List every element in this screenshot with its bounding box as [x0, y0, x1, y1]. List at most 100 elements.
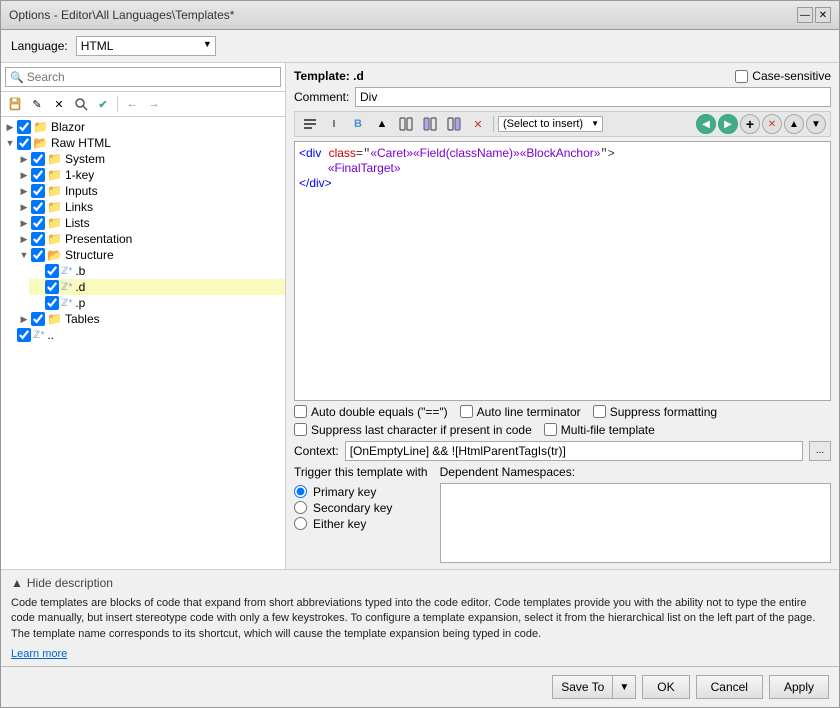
radio-primary-key[interactable]: Primary key — [294, 485, 428, 499]
et-btn-2[interactable]: I — [323, 114, 345, 134]
dep-ns-box[interactable] — [440, 483, 831, 563]
et-btn-1[interactable] — [299, 114, 321, 134]
tree-item-struct-p[interactable]: ℤ* .p — [29, 295, 285, 311]
check-tables[interactable] — [31, 312, 45, 326]
check-struct-b[interactable] — [45, 264, 59, 278]
check-1key[interactable] — [31, 168, 45, 182]
nav-down-btn[interactable]: ▼ — [806, 114, 826, 134]
tree-item-1key[interactable]: ▶ 📁 1-key — [15, 167, 285, 183]
nav-add-btn[interactable]: + — [740, 114, 760, 134]
check-structure[interactable] — [31, 248, 45, 262]
dependent-namespaces: Dependent Namespaces: — [440, 465, 831, 563]
code-editor[interactable]: <div class="«Caret»«Field(className)»«Bl… — [294, 141, 831, 401]
tree-item-raw-html[interactable]: ▼ 📂 Raw HTML — [1, 135, 285, 151]
tree-item-lists[interactable]: ▶ 📁 Lists — [15, 215, 285, 231]
folder-icon-links: 📁 — [47, 200, 62, 214]
check-root[interactable] — [17, 328, 31, 342]
toggle-1key[interactable]: ▶ — [17, 170, 31, 181]
et-btn-delete[interactable]: ✕ — [467, 114, 489, 134]
et-btn-5[interactable] — [395, 114, 417, 134]
file-icon-struct-p: ℤ* — [61, 298, 72, 309]
learn-more-link[interactable]: Learn more — [11, 648, 67, 660]
check-auto-double-equals[interactable] — [294, 405, 307, 418]
et-btn-4[interactable]: ▲ — [371, 114, 393, 134]
ok-button[interactable]: OK — [642, 675, 689, 699]
check-struct-d[interactable] — [45, 280, 59, 294]
opt-suppress-formatting[interactable]: Suppress formatting — [593, 405, 717, 419]
toggle-presentation[interactable]: ▶ — [17, 234, 31, 245]
toggle-structure[interactable]: ▼ — [17, 250, 31, 260]
check-suppress-last-char[interactable] — [294, 423, 307, 436]
nav-up-btn[interactable]: ▲ — [784, 114, 804, 134]
radio-input-either[interactable] — [294, 517, 307, 530]
check-presentation[interactable] — [31, 232, 45, 246]
check-struct-p[interactable] — [45, 296, 59, 310]
tree-item-links[interactable]: ▶ 📁 Links — [15, 199, 285, 215]
trigger-area: Trigger this template with Primary key S… — [294, 465, 831, 563]
tree-item-structure[interactable]: ▼ 📂 Structure — [15, 247, 285, 263]
tree-item-inputs[interactable]: ▶ 📁 Inputs — [15, 183, 285, 199]
opt-auto-double-equals[interactable]: Auto double equals ("==") — [294, 405, 448, 419]
check-blazor[interactable] — [17, 120, 31, 134]
tb-save-btn[interactable] — [5, 94, 25, 114]
radio-either-key[interactable]: Either key — [294, 517, 428, 531]
tb-find-btn[interactable] — [71, 94, 91, 114]
toggle-raw-html[interactable]: ▼ — [3, 138, 17, 148]
tb-edit-btn[interactable]: ✎ — [27, 94, 47, 114]
tb-arrow-right-btn[interactable]: → — [144, 94, 164, 114]
toggle-lists[interactable]: ▶ — [17, 218, 31, 229]
check-multi-file-template[interactable] — [544, 423, 557, 436]
et-btn-6[interactable] — [419, 114, 441, 134]
case-sensitive-check[interactable] — [735, 70, 748, 83]
toggle-system[interactable]: ▶ — [17, 154, 31, 165]
nav-next-btn[interactable]: ▶ — [718, 114, 738, 134]
radio-input-primary[interactable] — [294, 485, 307, 498]
hide-description-btn[interactable]: ▲ Hide description — [11, 576, 829, 590]
tree-item-root[interactable]: ℤ* .. — [1, 327, 285, 343]
save-to-button[interactable]: Save To — [552, 675, 612, 699]
save-to-dropdown[interactable]: ▼ — [612, 675, 636, 699]
tree-item-system[interactable]: ▶ 📁 System — [15, 151, 285, 167]
language-select[interactable]: HTML CSS JavaScript — [76, 36, 216, 56]
toggle-tables[interactable]: ▶ — [17, 314, 31, 325]
comment-input[interactable] — [355, 87, 831, 107]
tb-delete-btn[interactable]: ✕ — [49, 94, 69, 114]
tree-item-tables[interactable]: ▶ 📁 Tables — [15, 311, 285, 327]
check-raw-html[interactable] — [17, 136, 31, 150]
check-inputs[interactable] — [31, 184, 45, 198]
check-links[interactable] — [31, 200, 45, 214]
check-suppress-formatting[interactable] — [593, 405, 606, 418]
close-button[interactable]: ✕ — [815, 7, 831, 23]
apply-button[interactable]: Apply — [769, 675, 829, 699]
radio-secondary-key[interactable]: Secondary key — [294, 501, 428, 515]
nav-prev-btn[interactable]: ◀ — [696, 114, 716, 134]
radio-input-secondary[interactable] — [294, 501, 307, 514]
check-system[interactable] — [31, 152, 45, 166]
context-browse-btn[interactable]: ... — [809, 441, 831, 461]
et-btn-3[interactable]: B — [347, 114, 369, 134]
check-auto-line-terminator[interactable] — [460, 405, 473, 418]
label-inputs: Inputs — [65, 184, 98, 198]
cancel-button[interactable]: Cancel — [696, 675, 763, 699]
check-lists[interactable] — [31, 216, 45, 230]
opt-multi-file-template[interactable]: Multi-file template — [544, 423, 655, 437]
tree-item-presentation[interactable]: ▶ 📁 Presentation — [15, 231, 285, 247]
tree-item-struct-b[interactable]: ℤ* .b — [29, 263, 285, 279]
toggle-struct-p — [31, 298, 45, 308]
tree-item-struct-d[interactable]: ℤ* .d — [29, 279, 285, 295]
et-insert-select[interactable]: (Select to insert) — [498, 116, 603, 132]
toggle-blazor[interactable]: ▶ — [3, 122, 17, 133]
opt-suppress-last-char[interactable]: Suppress last character if present in co… — [294, 423, 532, 437]
minimize-button[interactable]: — — [797, 7, 813, 23]
tb-arrow-left-btn[interactable]: ← — [122, 94, 142, 114]
tb-check-btn[interactable]: ✔ — [93, 94, 113, 114]
language-select-wrap: HTML CSS JavaScript — [76, 36, 216, 56]
toggle-links[interactable]: ▶ — [17, 202, 31, 213]
nav-del-btn[interactable]: ✕ — [762, 114, 782, 134]
opt-auto-line-terminator[interactable]: Auto line terminator — [460, 405, 581, 419]
toggle-inputs[interactable]: ▶ — [17, 186, 31, 197]
tree-item-blazor[interactable]: ▶ 📁 Blazor — [1, 119, 285, 135]
context-input[interactable] — [345, 441, 803, 461]
et-btn-7[interactable] — [443, 114, 465, 134]
search-input[interactable] — [27, 70, 276, 84]
